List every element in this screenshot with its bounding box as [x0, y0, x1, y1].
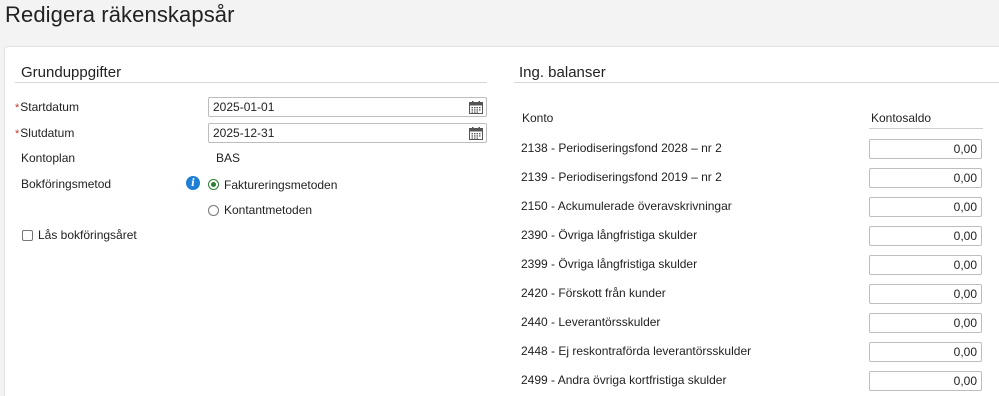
konto-label: 2499 - Andra övriga kortfristiga skulder: [521, 373, 727, 387]
calendar-icon[interactable]: [469, 100, 483, 114]
startdatum-field[interactable]: 2025-01-01: [208, 97, 487, 117]
konto-label: 2139 - Periodiseringsfond 2019 – nr 2: [521, 170, 722, 184]
column-header-underline: [869, 128, 983, 129]
kontosaldo-input[interactable]: 0,00: [869, 284, 982, 304]
konto-label: 2420 - Förskott från kunder: [521, 286, 666, 300]
las-bokforingsaret-checkbox[interactable]: [22, 230, 33, 241]
kontosaldo-input[interactable]: 0,00: [869, 197, 982, 217]
section-title-ing-balanser: Ing. balanser: [519, 64, 606, 81]
calendar-icon[interactable]: [469, 126, 483, 140]
kontosaldo-input[interactable]: 0,00: [869, 255, 982, 275]
edit-fiscal-year-card: [4, 46, 999, 396]
section-title-grunduppgifter: Grunduppgifter: [21, 64, 122, 81]
kontosaldo-input[interactable]: 0,00: [869, 226, 982, 246]
required-marker: *: [15, 128, 20, 140]
slutdatum-field[interactable]: 2025-12-31: [208, 123, 487, 143]
konto-label: 2440 - Leverantörsskulder: [521, 315, 661, 329]
konto-label: 2399 - Övriga långfristiga skulder: [521, 257, 698, 271]
kontosaldo-input[interactable]: 0,00: [869, 342, 982, 362]
required-marker: *: [15, 102, 20, 114]
radio-faktureringsmetoden[interactable]: [208, 179, 219, 190]
bokforingsmetod-label: Bokföringsmetod: [21, 177, 112, 191]
kontosaldo-input[interactable]: 0,00: [869, 139, 982, 159]
startdatum-label: *Startdatum: [15, 100, 79, 114]
kontoplan-label: Kontoplan: [21, 151, 76, 165]
radio-label-faktureringsmetoden[interactable]: Faktureringsmetoden: [224, 178, 337, 192]
kontosaldo-input[interactable]: 0,00: [869, 313, 982, 333]
konto-label: 2448 - Ej reskontraförda leverantörsskul…: [521, 344, 752, 358]
column-header-konto: Konto: [522, 111, 554, 125]
slutdatum-value[interactable]: 2025-12-31: [209, 126, 469, 140]
section-divider: [15, 82, 487, 83]
kontosaldo-input[interactable]: 0,00: [869, 168, 982, 188]
kontoplan-value: BAS: [216, 151, 241, 165]
konto-label: 2150 - Ackumulerade överavskrivningar: [521, 199, 732, 213]
column-header-kontosaldo: Kontosaldo: [871, 111, 932, 125]
kontosaldo-input[interactable]: 0,00: [869, 371, 982, 391]
info-icon[interactable]: i: [186, 176, 200, 190]
page-title: Redigera räkenskapsår: [5, 2, 235, 27]
radio-kontantmetoden[interactable]: [208, 205, 219, 216]
slutdatum-label: *Slutdatum: [15, 126, 75, 140]
las-bokforingsaret-label[interactable]: Lås bokföringsåret: [38, 228, 137, 242]
section-divider: [514, 82, 999, 83]
radio-label-kontantmetoden[interactable]: Kontantmetoden: [224, 203, 312, 217]
konto-label: 2138 - Periodiseringsfond 2028 – nr 2: [521, 141, 722, 155]
startdatum-value[interactable]: 2025-01-01: [209, 100, 469, 114]
konto-label: 2390 - Övriga långfristiga skulder: [521, 228, 698, 242]
